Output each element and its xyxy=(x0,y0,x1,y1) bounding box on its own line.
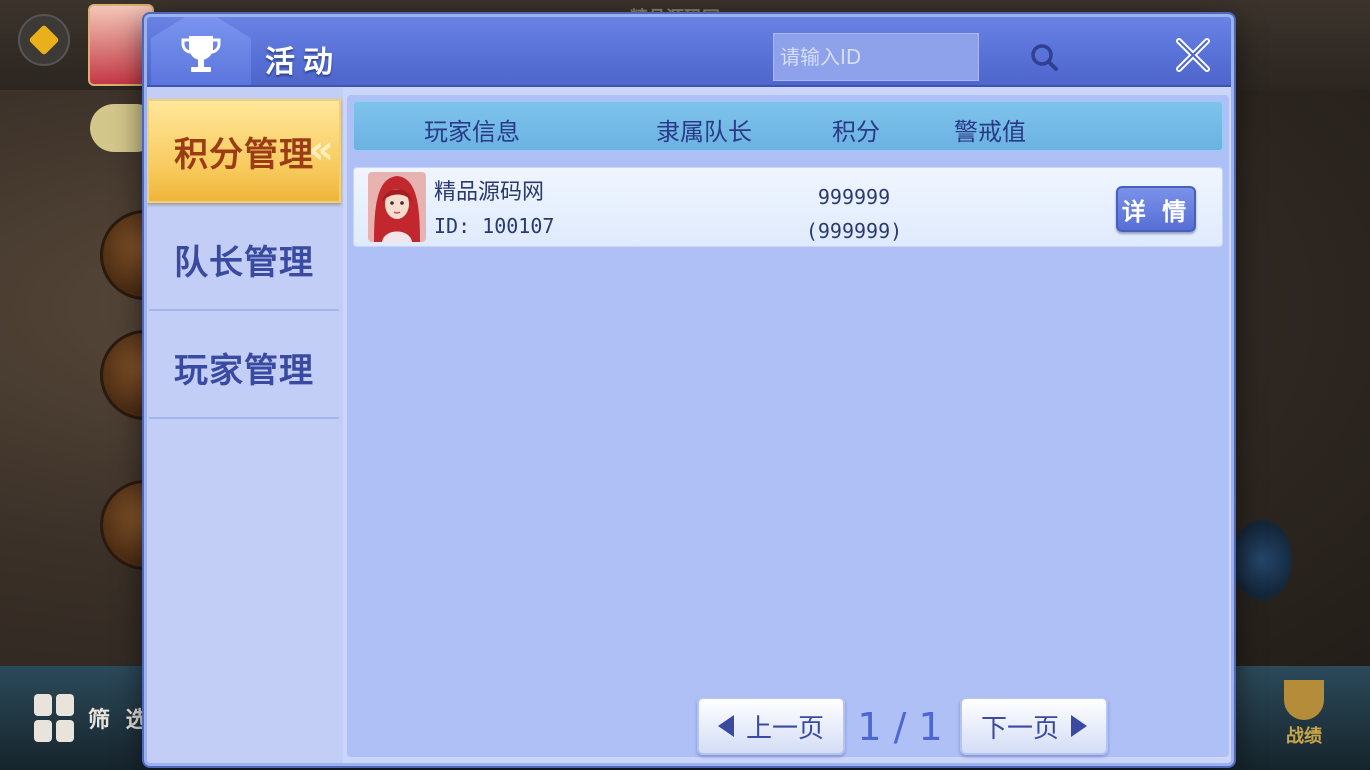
player-avatar xyxy=(368,172,426,242)
search-button[interactable] xyxy=(1029,35,1059,79)
filter-button[interactable]: 筛 选 xyxy=(34,694,152,742)
search-input[interactable] xyxy=(774,34,1029,80)
filter-label: 筛 选 xyxy=(88,708,152,733)
activity-dialog: 活动 积分管理 « 队长管理 xyxy=(144,14,1234,766)
lobby-table xyxy=(1232,520,1292,600)
column-header-score: 积分 xyxy=(832,118,880,146)
table-header: 玩家信息 隶属队长 积分 警戒值 xyxy=(353,101,1223,151)
page-indicator: 1 / 1 xyxy=(857,705,943,749)
sidebar-item-player-management[interactable]: 玩家管理 xyxy=(147,315,341,419)
detail-button[interactable]: 详 情 xyxy=(1116,186,1196,232)
score-table-panel: 玩家信息 隶属队长 积分 警戒值 精品源码网 ID: 100107 999999… xyxy=(347,95,1229,757)
close-icon xyxy=(1176,38,1210,72)
dialog-title: 活动 xyxy=(265,45,341,80)
prev-page-label: 上一页 xyxy=(745,713,824,744)
next-page-button[interactable]: 下一页 xyxy=(960,697,1108,755)
sidebar-divider xyxy=(149,417,339,419)
chevron-left-icon: « xyxy=(308,127,335,173)
prev-page-button[interactable]: 上一页 xyxy=(697,697,845,755)
grid-icon xyxy=(34,694,74,742)
trophy-badge xyxy=(151,17,251,85)
search-icon xyxy=(1031,44,1058,71)
column-header-captain: 隶属队长 xyxy=(656,118,752,146)
arrow-right-icon xyxy=(1071,715,1087,737)
table-row: 精品源码网 ID: 100107 999999 (999999) 详 情 xyxy=(353,167,1223,247)
arrow-left-icon xyxy=(717,715,734,737)
column-header-player-info: 玩家信息 xyxy=(424,118,520,146)
score-sub-value: (999999) xyxy=(805,219,903,243)
search-box xyxy=(773,33,1058,81)
sidebar-item-label: 队长管理 xyxy=(174,242,314,283)
trophy-icon xyxy=(1284,680,1324,720)
sidebar-item-score-management[interactable]: 积分管理 « xyxy=(147,99,341,203)
player-name: 精品源码网 xyxy=(434,180,545,205)
sidebar-item-label: 玩家管理 xyxy=(174,350,314,391)
player-score: 999999 (999999) xyxy=(794,180,914,248)
club-logo-icon[interactable] xyxy=(18,14,70,66)
sidebar-item-captain-management[interactable]: 队长管理 xyxy=(147,207,341,311)
record-button[interactable]: 战绩 xyxy=(1274,680,1334,748)
sidebar-item-label: 积分管理 xyxy=(174,134,314,175)
player-id: ID: 100107 xyxy=(434,214,555,238)
sidebar-divider xyxy=(149,309,339,311)
column-header-warning: 警戒值 xyxy=(954,118,1026,146)
record-label: 战绩 xyxy=(1286,726,1322,747)
close-button[interactable] xyxy=(1169,31,1217,79)
score-value: 999999 xyxy=(817,185,891,209)
sidebar: 积分管理 « 队长管理 玩家管理 xyxy=(147,87,343,763)
dialog-header: 活动 xyxy=(147,17,1231,87)
next-page-label: 下一页 xyxy=(980,713,1059,744)
trophy-icon xyxy=(181,36,221,72)
